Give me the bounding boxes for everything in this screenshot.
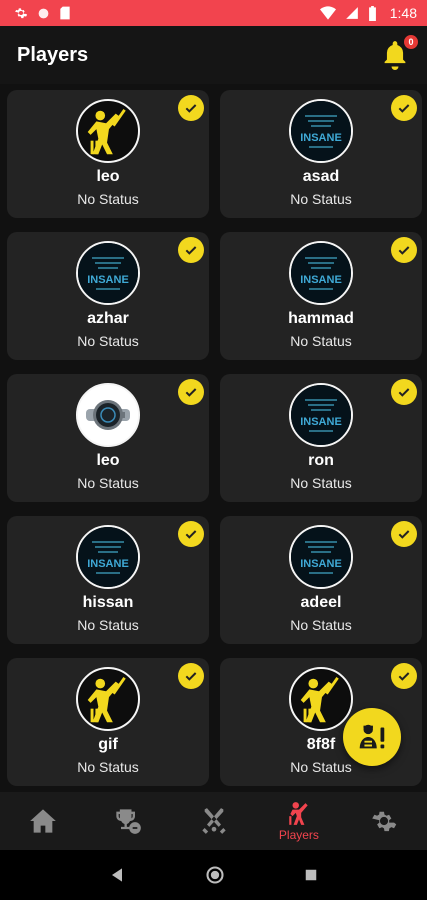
player-status: No Status — [77, 333, 139, 349]
signal-icon — [345, 7, 358, 19]
sd-card-icon — [60, 6, 70, 20]
insane-logo-icon: INSANE — [291, 527, 351, 587]
player-status: No Status — [290, 759, 352, 775]
insane-text: INSANE — [300, 416, 342, 428]
avatar: INSANE — [289, 99, 353, 163]
home-button-icon[interactable] — [205, 865, 225, 885]
player-card[interactable]: INSANE asad No Status — [220, 90, 422, 218]
nav-trophy[interactable] — [85, 792, 170, 850]
smartwatch-icon — [78, 385, 138, 445]
player-name: leo — [96, 452, 120, 469]
cricket-batsman-icon — [79, 102, 137, 160]
player-name: leo — [96, 168, 120, 185]
players-grid: leo No Status INSANE asad No Status INSA… — [0, 84, 427, 792]
notification-button[interactable]: 0 — [381, 34, 419, 70]
player-alert-icon — [359, 724, 385, 749]
player-card[interactable]: leo No Status — [7, 374, 209, 502]
player-card[interactable]: INSANE adeel No Status — [220, 516, 422, 644]
checkmark-icon — [391, 237, 417, 263]
player-card[interactable]: leo No Status — [7, 90, 209, 218]
checkmark-icon — [178, 237, 204, 263]
notification-badge: 0 — [403, 34, 419, 50]
avatar — [76, 667, 140, 731]
nav-settings[interactable] — [342, 792, 427, 850]
avatar — [76, 383, 140, 447]
player-card[interactable]: INSANE hammad No Status — [220, 232, 422, 360]
player-name: hammad — [288, 310, 354, 327]
cricket-bats-icon — [201, 808, 226, 834]
player-status: No Status — [77, 759, 139, 775]
insane-text: INSANE — [300, 274, 342, 286]
circle-icon — [38, 8, 49, 18]
back-icon[interactable] — [110, 867, 126, 883]
player-name: azhar — [87, 310, 129, 327]
cricket-batsman-icon — [79, 670, 137, 728]
checkmark-icon — [391, 663, 417, 689]
recents-icon[interactable] — [304, 868, 318, 882]
player-name: ron — [308, 452, 334, 469]
player-name: adeel — [300, 594, 342, 611]
gear-icon — [15, 8, 28, 19]
settings-icon — [372, 811, 397, 832]
player-status: No Status — [290, 333, 352, 349]
clock-time: 1:48 — [389, 5, 417, 21]
bottom-navigation: Players — [0, 792, 427, 850]
player-card[interactable]: gif No Status — [7, 658, 209, 786]
player-status: No Status — [77, 617, 139, 633]
insane-text: INSANE — [87, 558, 129, 570]
checkmark-icon — [391, 521, 417, 547]
insane-text: INSANE — [87, 274, 129, 286]
checkmark-icon — [178, 95, 204, 121]
nav-home[interactable] — [0, 792, 85, 850]
avatar: INSANE — [289, 241, 353, 305]
nav-players[interactable]: Players — [256, 792, 341, 850]
insane-logo-icon: INSANE — [291, 101, 351, 161]
checkmark-icon — [178, 379, 204, 405]
system-navigation-bar — [0, 850, 427, 900]
checkmark-icon — [391, 379, 417, 405]
player-action-fab[interactable] — [343, 708, 401, 766]
insane-text: INSANE — [300, 132, 342, 144]
app-bar: Players 0 — [0, 26, 427, 84]
player-card[interactable]: INSANE azhar No Status — [7, 232, 209, 360]
home-icon — [29, 809, 56, 833]
avatar — [289, 667, 353, 731]
insane-logo-icon: INSANE — [78, 243, 138, 303]
player-card[interactable]: INSANE hissan No Status — [7, 516, 209, 644]
avatar — [76, 99, 140, 163]
insane-text: INSANE — [300, 558, 342, 570]
player-status: No Status — [77, 191, 139, 207]
avatar: INSANE — [289, 525, 353, 589]
insane-logo-icon: INSANE — [78, 527, 138, 587]
players-icon — [289, 801, 308, 825]
avatar: INSANE — [76, 241, 140, 305]
insane-logo-icon: INSANE — [291, 243, 351, 303]
insane-logo-icon: INSANE — [291, 385, 351, 445]
player-status: No Status — [77, 475, 139, 491]
player-status: No Status — [290, 617, 352, 633]
player-card[interactable]: INSANE ron No Status — [220, 374, 422, 502]
player-status: No Status — [290, 191, 352, 207]
status-bar: 1:48 — [0, 0, 427, 26]
nav-matches[interactable] — [171, 792, 256, 850]
nav-players-label: Players — [278, 827, 319, 842]
avatar: INSANE — [76, 525, 140, 589]
trophy-icon — [116, 809, 141, 834]
cricket-batsman-icon — [292, 670, 350, 728]
player-status: No Status — [290, 475, 352, 491]
page-title: Players — [17, 43, 89, 66]
player-name: hissan — [82, 594, 134, 611]
checkmark-icon — [391, 95, 417, 121]
player-name: gif — [98, 736, 118, 753]
checkmark-icon — [178, 663, 204, 689]
battery-icon — [368, 5, 376, 21]
avatar: INSANE — [289, 383, 353, 447]
player-name: asad — [302, 168, 340, 185]
wifi-icon — [319, 6, 336, 20]
checkmark-icon — [178, 521, 204, 547]
